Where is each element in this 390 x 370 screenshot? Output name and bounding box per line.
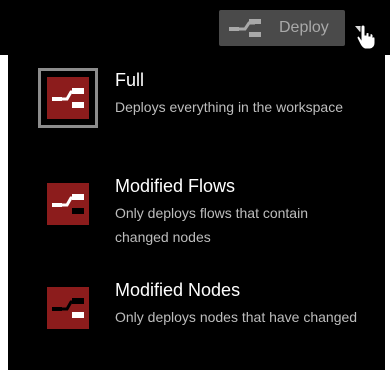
deploy-flows-icon [47,183,89,225]
menu-item-title: Modified Flows [115,176,236,196]
menu-item-title: Modified Nodes [115,280,241,300]
menu-item-modified-nodes[interactable]: Modified Nodes Only deploys nodes that h… [8,265,385,367]
hand-cursor-icon [356,24,376,50]
menu-item-description: Only deploys flows that contain changed … [115,205,308,245]
menu-item-modified-flows[interactable]: Modified Flows Only deploys flows that c… [8,161,385,263]
deploy-nodes-icon [47,287,89,329]
deploy-button[interactable]: Deploy [219,10,345,46]
deploy-icon [229,19,261,37]
menu-item-full[interactable]: Full Deploys everything in the workspace [8,55,385,157]
menu-item-icon-frame [38,68,98,128]
header-bar: Deploy [0,0,390,55]
deploy-button-label: Deploy [279,19,329,36]
menu-item-title: Full [115,70,145,90]
deploy-menu-toggle[interactable] [347,10,377,50]
menu-item-description: Deploys everything in the workspace [115,99,344,115]
menu-item-description: Only deploys nodes that have changed [115,309,358,325]
deploy-dropdown-menu: Full Deploys everything in the workspace… [8,55,385,370]
menu-item-icon-frame [38,174,98,234]
deploy-full-icon [47,77,89,119]
menu-item-icon-frame [38,278,98,338]
